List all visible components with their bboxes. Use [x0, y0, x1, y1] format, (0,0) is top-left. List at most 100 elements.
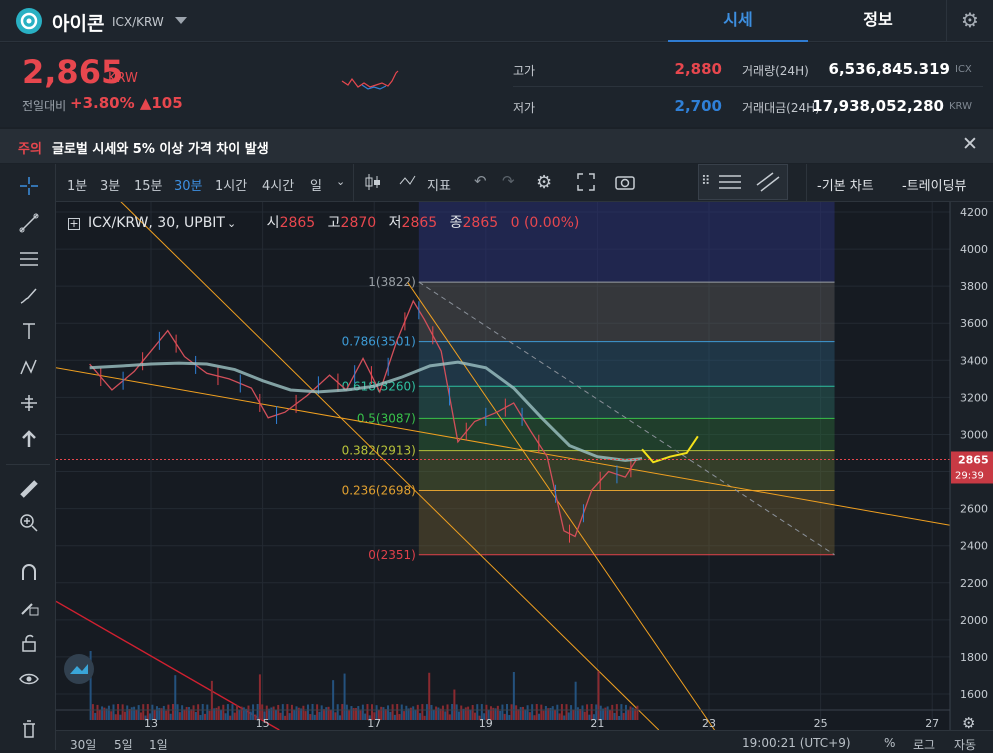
volume-bar: [222, 704, 225, 720]
volume-bar: [295, 706, 298, 720]
volume-bar: [130, 707, 133, 720]
volume-bar: [107, 705, 110, 720]
legend-symbol[interactable]: ICX/KRW, 30, UPBIT: [88, 215, 225, 231]
magnet-icon[interactable]: [14, 558, 44, 588]
volume-bar: [597, 671, 600, 720]
interval-30m[interactable]: 30분: [174, 175, 203, 194]
lock-drawing-icon[interactable]: [14, 592, 44, 622]
percent-toggle[interactable]: %: [884, 736, 895, 750]
volume-bar: [563, 715, 566, 720]
current-price-value: 2865: [958, 453, 989, 466]
x-tick-label: 23: [702, 717, 716, 730]
y-tick-label: 4000: [960, 243, 988, 256]
volume-bar: [558, 713, 561, 720]
volume-bar: [622, 712, 625, 720]
lock-icon[interactable]: [14, 628, 44, 658]
volume-bar: [554, 710, 557, 720]
sparkline: [341, 70, 399, 90]
volume-bar: [286, 704, 289, 720]
trendline-icon[interactable]: [14, 208, 44, 238]
eye-icon[interactable]: [14, 664, 44, 694]
trash-icon[interactable]: [14, 714, 44, 744]
volume-bar: [384, 709, 387, 720]
volume-bar: [391, 704, 394, 720]
range-30d[interactable]: 30일: [70, 736, 96, 753]
indicator-icon[interactable]: [399, 172, 421, 196]
price-chart[interactable]: 1(3822)0.786(3501)0.618(3260)0.5(3087)0.…: [56, 202, 993, 730]
redo-icon[interactable]: ↷: [502, 172, 515, 190]
x-tick-label: 25: [814, 717, 828, 730]
change-value: +3.80% ▲105: [70, 94, 183, 112]
clock: 19:00:21 (UTC+9): [742, 736, 851, 750]
ticker-panel: 2,865 KRW 전일대비 +3.80% ▲105 고가 2,880 저가 2…: [0, 43, 993, 127]
volume-bar: [441, 705, 444, 720]
tab-info[interactable]: 정보: [808, 0, 948, 42]
volume-bar: [503, 713, 506, 720]
interval-1m[interactable]: 1분: [67, 175, 87, 194]
camera-icon[interactable]: [614, 172, 636, 196]
volume-bar: [556, 704, 559, 720]
change-label: 전일대비: [22, 99, 67, 113]
basic-chart-button[interactable]: -기본 차트: [817, 175, 874, 194]
volume-bar: [533, 715, 536, 720]
undo-icon[interactable]: ↶: [474, 172, 487, 190]
tradingview-logo-icon[interactable]: [64, 654, 94, 684]
interval-4h[interactable]: 4시간: [262, 175, 294, 194]
candlestick-icon[interactable]: [364, 172, 382, 196]
volume-bar: [387, 705, 390, 720]
volume-bar: [192, 705, 195, 720]
volume-bar: [178, 712, 181, 720]
close-icon[interactable]: ✕: [962, 133, 978, 155]
interval-1d[interactable]: 일: [310, 175, 322, 194]
fullscreen-icon[interactable]: [576, 172, 596, 196]
drag-handle-icon[interactable]: ⠿: [701, 174, 711, 189]
collapse-icon[interactable]: +: [68, 218, 80, 230]
interval-15m[interactable]: 15분: [134, 175, 163, 194]
gear-icon[interactable]: ⚙: [962, 714, 975, 730]
interval-1h[interactable]: 1시간: [215, 175, 247, 194]
brush-icon[interactable]: [14, 280, 44, 310]
volume-bar: [364, 713, 367, 720]
pattern-icon[interactable]: [14, 352, 44, 382]
fib-retracement-icon[interactable]: [14, 244, 44, 274]
arrow-up-icon[interactable]: [14, 424, 44, 454]
volume-bar: [204, 713, 207, 720]
fib-retracement-icon[interactable]: [717, 171, 743, 197]
text-icon[interactable]: [14, 316, 44, 346]
auto-toggle[interactable]: 자동: [954, 736, 976, 753]
gear-icon[interactable]: ⚙: [946, 0, 993, 42]
divider: [513, 86, 983, 87]
coin-name[interactable]: 아이콘: [52, 9, 104, 36]
legend-open-label: 시: [266, 215, 280, 231]
volume-bar: [236, 705, 239, 720]
volume-bar: [343, 673, 346, 720]
volume-bar: [382, 707, 385, 720]
range-1d[interactable]: 1일: [149, 736, 168, 753]
chevron-down-icon[interactable]: [175, 17, 187, 24]
volume-bar: [428, 672, 431, 720]
range-5d[interactable]: 5일: [114, 736, 133, 753]
volume-bar: [473, 712, 476, 720]
gear-icon[interactable]: ⚙: [536, 172, 552, 193]
volume-bar: [181, 705, 184, 720]
volume-bar: [94, 712, 97, 720]
chevron-down-icon[interactable]: ⌄: [227, 217, 236, 230]
volume-bar: [110, 711, 113, 720]
chevron-down-icon[interactable]: ⌄: [336, 175, 345, 188]
volume-bar: [183, 709, 186, 720]
interval-3m[interactable]: 3분: [100, 175, 120, 194]
volume-unit: ICX: [955, 64, 972, 75]
tab-market[interactable]: 시세: [668, 0, 808, 42]
parallel-channel-icon[interactable]: [755, 171, 781, 197]
measure-icon[interactable]: [14, 388, 44, 418]
chart-area[interactable]: 1(3822) 0.786(3501) 0.618(3260) 0.5(3087) 0.…: [56, 202, 993, 750]
indicators-button[interactable]: 지표: [427, 175, 451, 194]
log-toggle[interactable]: 로그: [913, 736, 935, 753]
coin-pair[interactable]: ICX/KRW: [112, 15, 164, 29]
volume-bar: [430, 704, 433, 720]
zoom-in-icon[interactable]: [14, 508, 44, 538]
crosshair-icon[interactable]: [14, 171, 44, 201]
volume-bar: [359, 710, 362, 720]
ruler-icon[interactable]: [14, 474, 44, 504]
tradingview-button[interactable]: -트레이딩뷰: [902, 175, 967, 194]
